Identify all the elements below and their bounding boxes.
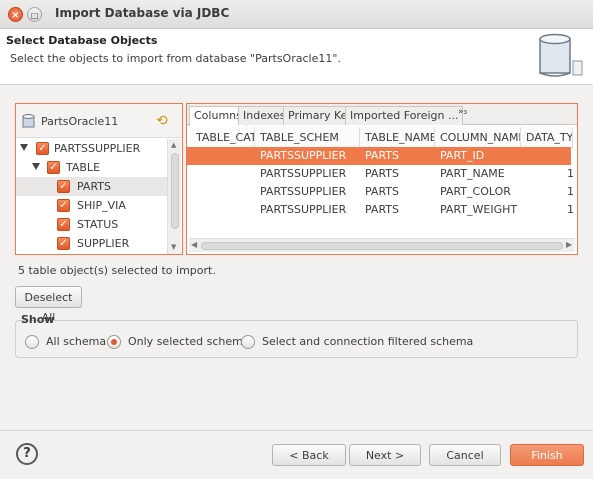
- column-header-column-name[interactable]: COLUMN_NAME: [435, 127, 521, 148]
- more-tabs-button[interactable]: »₃: [458, 107, 467, 117]
- table-row[interactable]: PARTSSUPPLIER PARTS PART_NAME 1: [187, 165, 574, 183]
- expand-icon[interactable]: [32, 163, 40, 170]
- column-header-table-schem[interactable]: TABLE_SCHEM: [255, 127, 360, 148]
- cell-column-name: PART_COLOR: [440, 185, 511, 198]
- maximize-window-button[interactable]: □: [27, 7, 42, 22]
- cell-table-name: PARTS: [365, 167, 399, 180]
- deselect-all-button[interactable]: Deselect All: [15, 286, 82, 324]
- radio-label-all-schema[interactable]: All schema: [46, 335, 106, 348]
- selection-status: 5 table object(s) selected to import.: [18, 264, 216, 277]
- cell-data-type: 1: [567, 203, 574, 216]
- tree-item-status[interactable]: ✓ STATUS: [16, 215, 167, 234]
- tree-item-label: STATUS: [77, 218, 119, 231]
- finish-button[interactable]: Finish: [510, 444, 584, 466]
- database-icon: [22, 114, 35, 128]
- scroll-right-icon[interactable]: ▶: [566, 240, 572, 249]
- window-title: Import Database via JDBC: [55, 6, 230, 20]
- expand-icon[interactable]: [20, 144, 28, 151]
- cell-schem: PARTSSUPPLIER: [260, 149, 347, 162]
- tree-item-label: SUPPLIER: [77, 237, 130, 250]
- cell-schem: PARTSSUPPLIER: [260, 185, 347, 198]
- checkbox[interactable]: ✓: [57, 199, 70, 212]
- radio-label-filtered-schema[interactable]: Select and connection filtered schema: [262, 335, 473, 348]
- scroll-left-icon[interactable]: ◀: [191, 240, 197, 249]
- radio-only-selected-schema[interactable]: [107, 335, 121, 349]
- checkbox[interactable]: ✓: [36, 142, 49, 155]
- tree-item-label: PARTS: [77, 180, 111, 193]
- object-details-panel: Columns Indexes Primary Key Imported For…: [186, 103, 578, 255]
- scroll-thumb[interactable]: [201, 242, 563, 250]
- cell-table-name: PARTS: [365, 203, 399, 216]
- tree-header: PartsOracle11 ⟲: [16, 104, 182, 138]
- connection-name: PartsOracle11: [41, 115, 119, 128]
- checkbox[interactable]: ✓: [57, 218, 70, 231]
- cell-column-name: PART_NAME: [440, 167, 505, 180]
- column-header-table-cat[interactable]: TABLE_CAT: [191, 127, 255, 148]
- page-description: Select the objects to import from databa…: [10, 52, 341, 65]
- cell-table-name: PARTS: [365, 185, 399, 198]
- checkbox[interactable]: ✓: [57, 237, 70, 250]
- table-row[interactable]: PARTSSUPPLIER PARTS PART_COLOR 1: [187, 183, 574, 201]
- close-icon: ×: [11, 10, 20, 21]
- tree-item-parts[interactable]: ✓ PARTS: [16, 177, 167, 196]
- tree-item-label: TABLE: [66, 161, 101, 174]
- cell-data-type: 1: [567, 167, 574, 180]
- refresh-icon[interactable]: ⟲: [156, 113, 174, 129]
- cell-column-name: PART_ID: [440, 149, 485, 162]
- tab-imported-foreign-keys[interactable]: Imported Foreign ...: [345, 106, 464, 125]
- grid-horizontal-scrollbar[interactable]: ◀ ▶: [189, 238, 575, 252]
- footer-divider: [0, 430, 593, 431]
- database-banner-icon: [539, 33, 583, 77]
- checkbox[interactable]: ✓: [47, 161, 60, 174]
- scroll-up-icon[interactable]: ▲: [171, 141, 176, 149]
- maximize-icon: □: [30, 11, 39, 20]
- back-button[interactable]: < Back: [272, 444, 346, 466]
- checkbox[interactable]: ✓: [57, 180, 70, 193]
- radio-label-only-selected-schema[interactable]: Only selected schema: [128, 335, 250, 348]
- radio-filtered-schema[interactable]: [241, 335, 255, 349]
- column-header-data-type[interactable]: DATA_TYP: [521, 127, 573, 148]
- next-button[interactable]: Next >: [349, 444, 421, 466]
- tree-item-label: SHIP_VIA: [77, 199, 126, 212]
- cell-column-name: PART_WEIGHT: [440, 203, 518, 216]
- cell-table-name: PARTS: [365, 149, 399, 162]
- cell-data-type: 1: [567, 185, 574, 198]
- tree-vertical-scrollbar[interactable]: ▲ ▼: [167, 139, 181, 254]
- radio-all-schema[interactable]: [25, 335, 39, 349]
- scroll-down-icon[interactable]: ▼: [171, 243, 176, 251]
- cancel-button[interactable]: Cancel: [429, 444, 501, 466]
- table-row[interactable]: PARTSSUPPLIER PARTS PART_WEIGHT 1: [187, 201, 574, 219]
- help-icon[interactable]: ?: [16, 443, 38, 465]
- title-bar: × □ Import Database via JDBC: [0, 0, 593, 29]
- show-group-label: Show: [21, 313, 55, 326]
- tree-item-supplier[interactable]: ✓ SUPPLIER: [16, 234, 167, 253]
- column-header-table-name[interactable]: TABLE_NAME: [360, 127, 435, 148]
- scroll-thumb[interactable]: [171, 153, 179, 229]
- close-window-button[interactable]: ×: [8, 7, 23, 22]
- table-row[interactable]: PARTSSUPPLIER PARTS PART_ID: [187, 147, 571, 165]
- cell-schem: PARTSSUPPLIER: [260, 167, 347, 180]
- details-tabs: Columns Indexes Primary Key Imported For…: [187, 104, 577, 126]
- tree-item-ship-via[interactable]: ✓ SHIP_VIA: [16, 196, 167, 215]
- wizard-header: Select Database Objects Select the objec…: [0, 29, 593, 85]
- object-tree-panel: PartsOracle11 ⟲ ✓ PARTSSUPPLIER ✓ TABLE …: [15, 103, 183, 255]
- cell-schem: PARTSSUPPLIER: [260, 203, 347, 216]
- tree-item-partssupplier[interactable]: ✓ PARTSSUPPLIER: [16, 139, 167, 158]
- tree-item-label: PARTSSUPPLIER: [54, 142, 141, 155]
- tree-item-table[interactable]: ✓ TABLE: [16, 158, 167, 177]
- page-title: Select Database Objects: [6, 34, 158, 47]
